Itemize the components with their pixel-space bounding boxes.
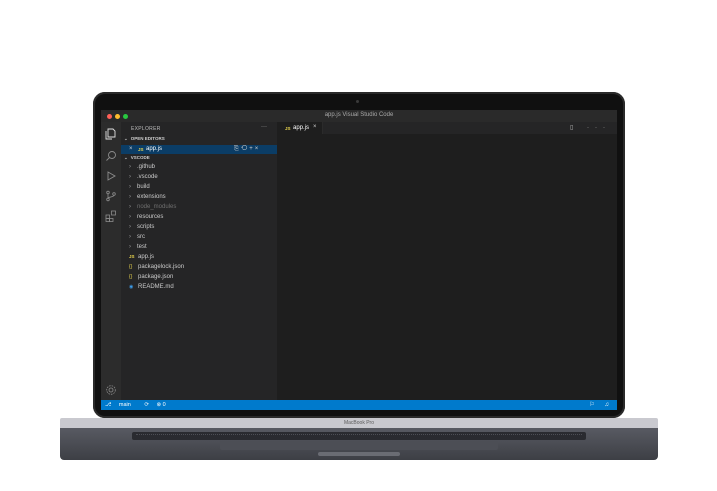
split-editor-and-more-icons[interactable]: ▯ ··· (570, 124, 611, 131)
title-bar: app.js Visual Studio Code (101, 110, 617, 122)
open-editors-section[interactable]: ⌄ OPEN EDITORS (124, 136, 165, 142)
tab-app-js[interactable]: JS app.js × (277, 122, 323, 134)
chevron-right-icon: › (129, 214, 131, 220)
tab-label: app.js (293, 124, 310, 131)
search-icon[interactable] (105, 150, 117, 162)
extensions-icon[interactable] (105, 210, 117, 222)
explorer-icon[interactable] (105, 128, 117, 140)
tree-item-label: scripts (137, 224, 155, 230)
tree-item-label: node_modules (137, 204, 177, 210)
sync-icon[interactable]: ⟳ (144, 402, 149, 408)
open-editor-app-js[interactable]: × JS app.js ⎘⟲+× (121, 145, 277, 154)
git-branch-icon: ⎇ (105, 402, 113, 408)
file-packagelock-json[interactable]: {} packagelock.json (129, 264, 184, 270)
laptop-front-notch (318, 452, 400, 456)
workspace-label: VSCODE (130, 155, 150, 160)
folder-test[interactable]: › test (129, 244, 147, 250)
open-editors-label: OPEN EDITORS (130, 136, 165, 141)
explorer-more-button[interactable]: ··· (261, 124, 267, 130)
explorer-title: EXPLORER (131, 126, 161, 132)
folder-node-modules[interactable]: › node_modules (129, 204, 176, 210)
explorer-sidebar: EXPLORER ··· ⌄ OPEN EDITORS × JS app.js ⎘… (121, 122, 277, 400)
folder-resources[interactable]: › resources (129, 214, 163, 220)
chevron-right-icon: › (129, 244, 131, 250)
window-title: app.js Visual Studio Code (324, 112, 394, 118)
chevron-down-icon: ⌄ (124, 136, 128, 141)
run-debug-icon[interactable] (105, 170, 117, 182)
tree-item-label: src (137, 234, 145, 240)
json-file-icon: {} (129, 274, 133, 280)
folder-github[interactable]: › .github (129, 164, 155, 170)
tree-item-label: .github (137, 164, 156, 170)
open-editors-actions[interactable]: ⎘⟲+× (234, 146, 260, 153)
tree-item-label: test (137, 244, 147, 250)
branch-name: main (118, 402, 131, 408)
chevron-right-icon: › (129, 204, 131, 210)
keyboard (132, 432, 586, 440)
file-package-json[interactable]: {} package.json (129, 274, 173, 280)
editor-tab-bar: JS app.js × ▯ ··· (277, 122, 617, 134)
folder-scripts[interactable]: › scripts (129, 224, 154, 230)
tree-item-label: build (137, 184, 150, 190)
workspace-section[interactable]: ⌄ VSCODE (124, 155, 150, 161)
chevron-right-icon: › (129, 224, 131, 230)
tree-item-label: package.json (138, 274, 174, 280)
tree-item-label: README.md (138, 284, 174, 290)
laptop-model-label: MacBook Pro (343, 420, 374, 426)
activity-bar (101, 122, 121, 400)
json-file-icon: {} (129, 264, 133, 270)
tree-item-label: .vscode (137, 174, 158, 180)
status-bar: ⎇ main ⟳ ⊗ 0 ⚐ ♫ (101, 400, 617, 410)
editor-area[interactable]: JS app.js × ▯ ··· (277, 122, 617, 400)
tree-item-label: packagelock.json (138, 264, 185, 270)
source-control-icon[interactable] (105, 190, 117, 202)
chevron-down-icon: ⌄ (124, 155, 128, 160)
folder-build[interactable]: › build (129, 184, 150, 190)
chevron-right-icon: › (129, 164, 131, 170)
tree-item-label: app.js (138, 254, 155, 260)
chevron-right-icon: › (129, 194, 131, 200)
branch-indicator[interactable]: ⎇ main (105, 402, 137, 408)
file-readme-md[interactable]: ◉ README.md (129, 284, 174, 290)
tree-item-label: extensions (137, 194, 166, 200)
folder-src[interactable]: › src (129, 234, 145, 240)
folder-extensions[interactable]: › extensions (129, 194, 166, 200)
laptop-hinge: MacBook Pro (60, 418, 658, 428)
folder-vscode[interactable]: › .vscode (129, 174, 158, 180)
vscode-window: app.js Visual Studio Code EXPLORER ··· ⌄… (101, 110, 617, 410)
problems-indicator[interactable]: ⊗ 0 (156, 402, 165, 408)
chevron-right-icon: › (129, 234, 131, 240)
laptop-base (60, 428, 658, 460)
trackpad (220, 441, 498, 450)
js-file-icon: JS (138, 147, 144, 152)
chevron-right-icon: › (129, 184, 131, 190)
markdown-file-icon: ◉ (129, 284, 134, 290)
feedback-and-notifications-icons[interactable]: ⚐ ♫ (589, 401, 613, 408)
close-tab-icon[interactable]: × (313, 124, 317, 130)
settings-gear-icon[interactable] (105, 384, 117, 396)
status-left: ⎇ main ⟳ ⊗ 0 (105, 402, 172, 408)
js-file-icon: JS (285, 125, 291, 131)
close-editor-icon[interactable]: × (129, 146, 133, 152)
open-editor-name: app.js (146, 146, 163, 152)
file-app-js[interactable]: JS app.js (129, 254, 154, 260)
tree-item-label: resources (137, 214, 164, 220)
js-file-icon: JS (129, 254, 135, 259)
laptop-lid: app.js Visual Studio Code EXPLORER ··· ⌄… (93, 92, 625, 418)
camera (356, 100, 359, 103)
chevron-right-icon: › (129, 174, 131, 180)
